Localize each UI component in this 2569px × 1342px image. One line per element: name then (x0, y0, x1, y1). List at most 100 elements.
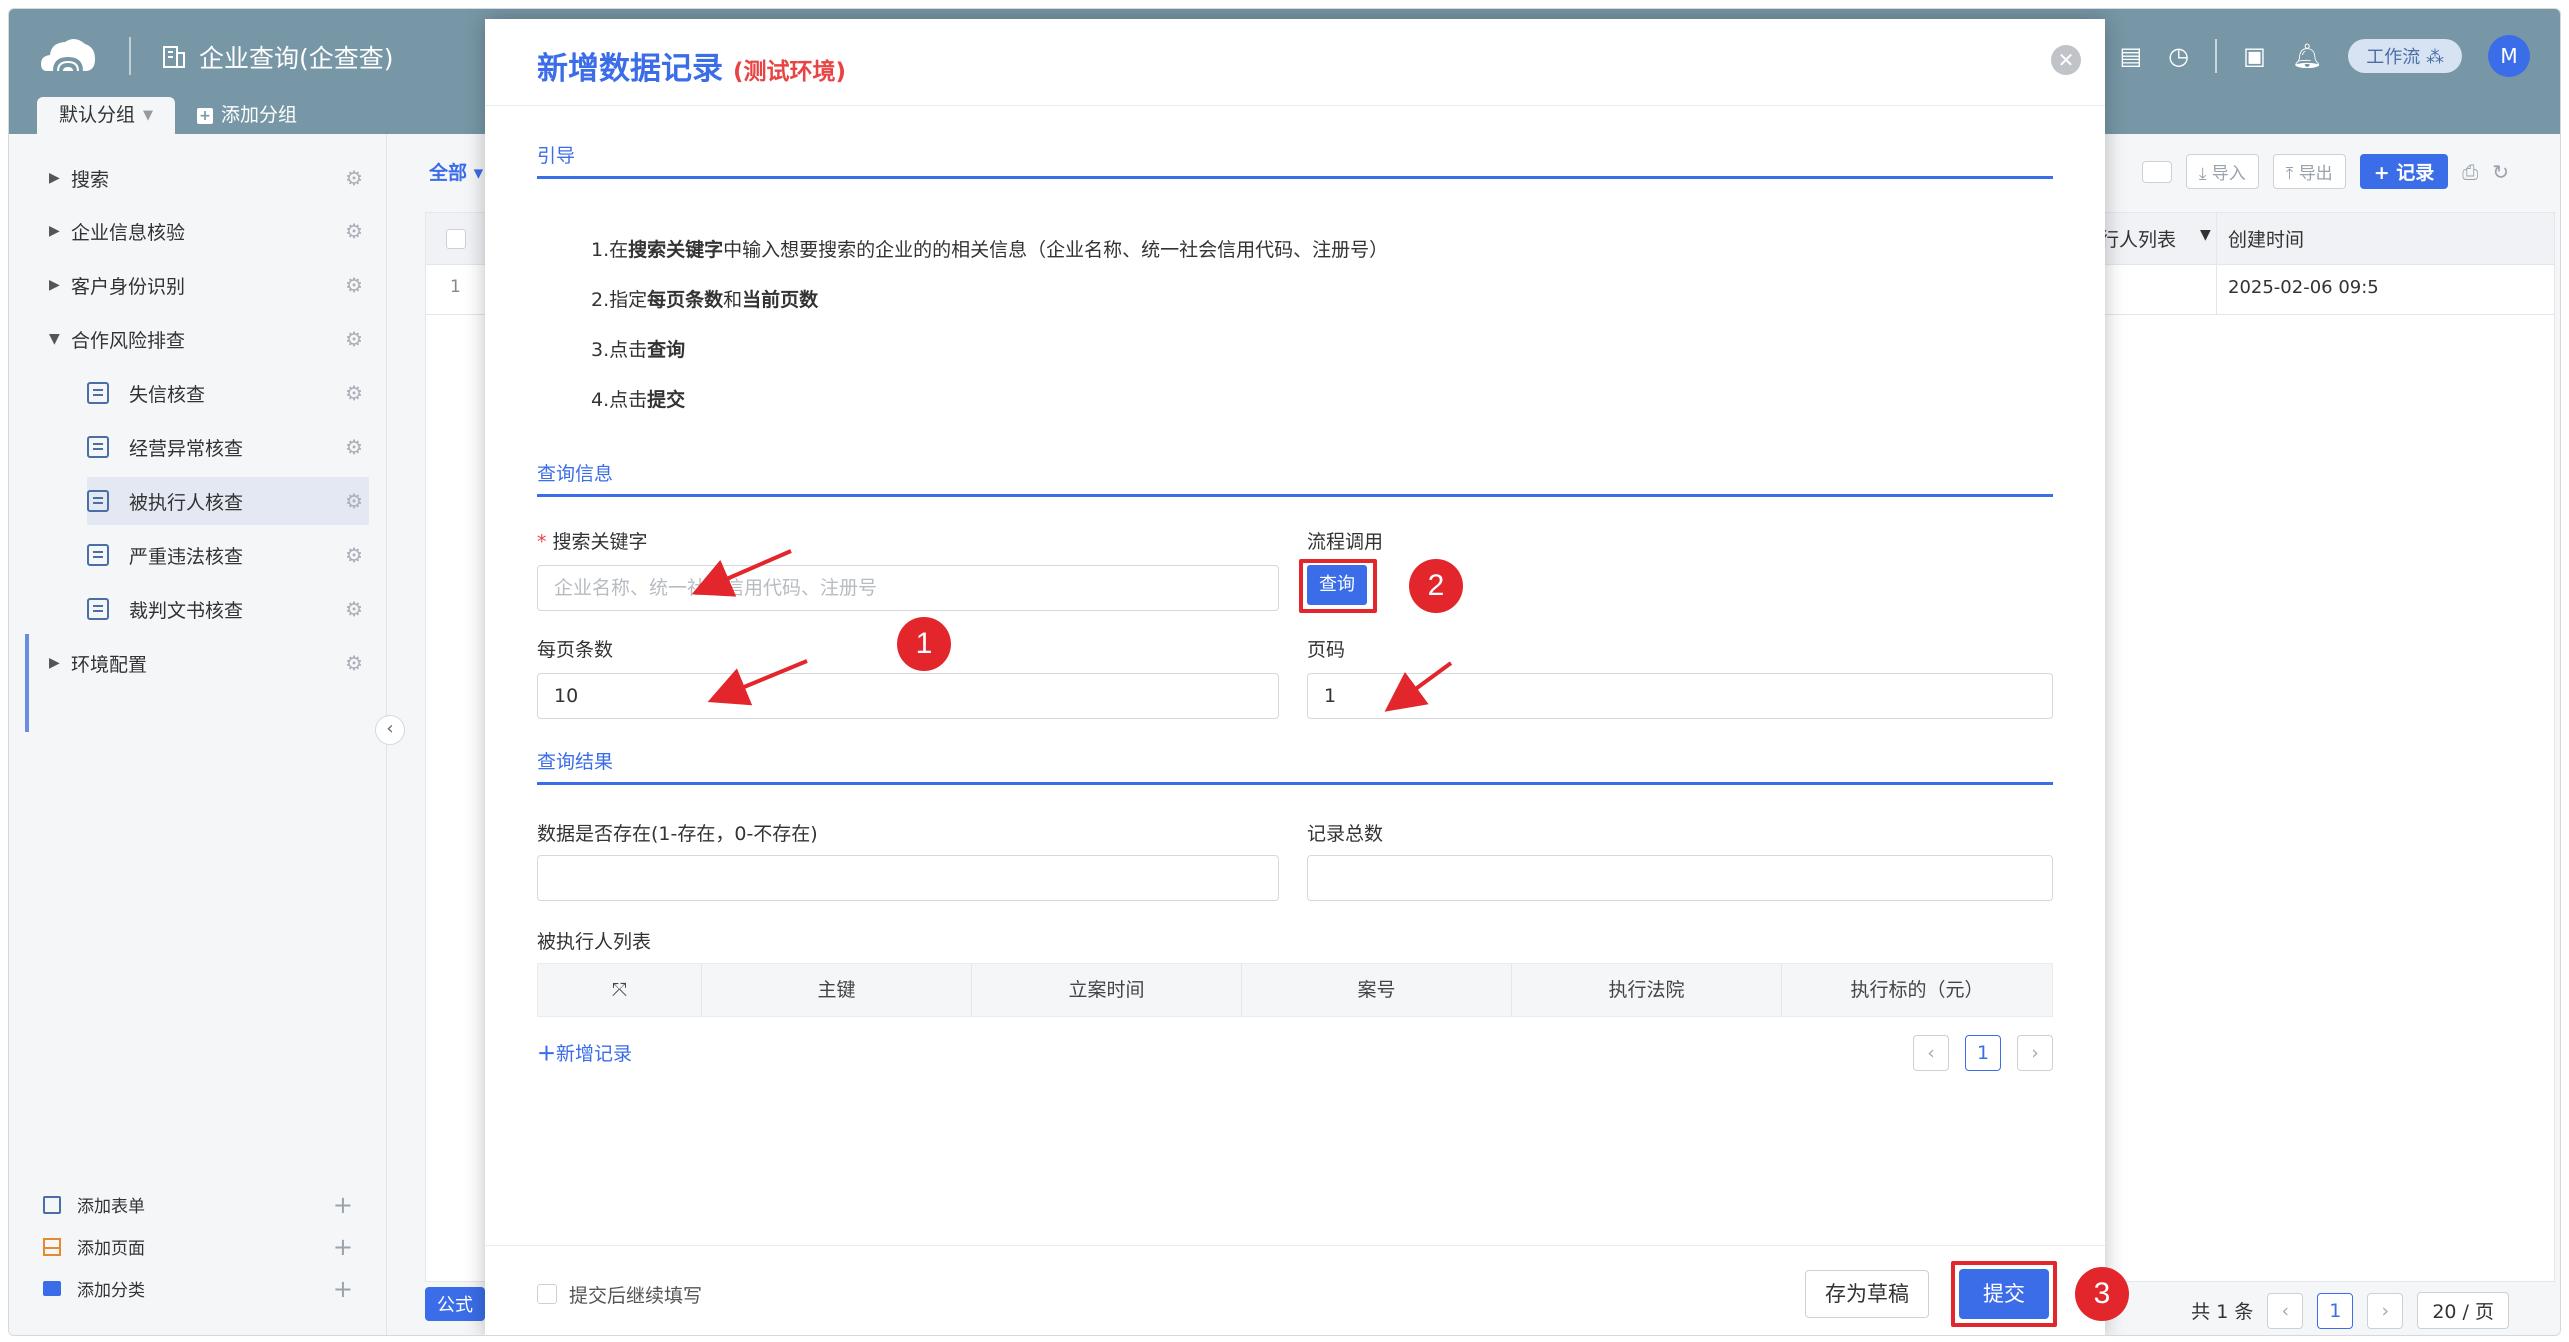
sidebar-item-risk-check[interactable]: ▼ 合作风险排查 ⚙ (49, 315, 369, 363)
gear-icon[interactable]: ⚙ (345, 381, 363, 405)
gear-icon[interactable]: ⚙ (345, 543, 363, 567)
add-group-button[interactable]: + 添加分组 (175, 97, 319, 134)
sub-table-pagination: ‹ 1 › (1913, 1035, 2053, 1071)
folder-icon (43, 1281, 61, 1296)
gear-icon[interactable]: ⚙ (345, 327, 363, 351)
add-subrecord-button[interactable]: ＋新增记录 (537, 1039, 632, 1066)
import-button[interactable]: ⤓ 导入 (2185, 154, 2259, 189)
sidebar-item-executed[interactable]: 被执行人核查 ⚙ (87, 477, 369, 525)
add-record-button[interactable]: + 记录 (2359, 154, 2449, 189)
env-tag: (测试环境) (733, 59, 847, 85)
sidebar-item-illegal[interactable]: 严重违法核查 ⚙ (87, 531, 369, 579)
next-page-button[interactable]: › (2367, 1292, 2404, 1329)
total-input[interactable] (1307, 855, 2053, 901)
column-header-case-no: 案号 (1242, 964, 1512, 1016)
column-header-created[interactable]: 创建时间 (2228, 225, 2304, 252)
keyword-input[interactable]: 企业名称、统一社会信用代码、注册号 (537, 565, 1279, 611)
clock-icon[interactable]: ◷ (2168, 42, 2189, 70)
sidebar-item-customer-id[interactable]: ▶ 客户身份识别 ⚙ (49, 261, 369, 309)
add-form-button[interactable]: 添加表单 + (43, 1191, 363, 1219)
tab-default-group[interactable]: 默认分组 ▼ (37, 97, 176, 134)
filter-all[interactable]: 全部 ▾ (429, 158, 483, 185)
step-badge-1: 1 (897, 617, 951, 671)
column-divider (2216, 265, 2217, 315)
sidebar-item-label: 搜索 (71, 168, 110, 191)
caret-right-icon: ▶ (49, 655, 60, 671)
row-created-time: 2025-02-06 09:5 (2228, 277, 2379, 298)
sidebar-item-label: 合作风险排查 (71, 329, 186, 352)
guide-line-4: 4.点击提交 (591, 385, 685, 412)
sidebar-item-dishonest[interactable]: 失信核查 ⚙ (87, 369, 369, 417)
flow-label: 流程调用 (1307, 531, 1384, 553)
collapse-sidebar-button[interactable]: ‹ (375, 715, 405, 745)
form-icon (87, 382, 109, 404)
sidebar-item-search[interactable]: ▶ 搜索 ⚙ (49, 154, 369, 202)
avatar[interactable]: M (2488, 35, 2530, 77)
guide-text: 中输入想要搜索的企业的的相关信息（企业名称、统一社会信用代码、注册号） (723, 239, 1389, 261)
formula-button[interactable]: 公式 (425, 1287, 485, 1321)
section-guide: 引导 (537, 141, 2053, 179)
gear-icon[interactable]: ⚙ (345, 166, 363, 190)
print-icon[interactable]: ⎙ (2462, 160, 2478, 184)
column-header-court: 执行法院 (1512, 964, 1782, 1016)
clipboard-icon[interactable]: ▣ (2243, 42, 2266, 70)
cloud-logo-icon (41, 38, 95, 72)
refresh-icon[interactable]: ↻ (2492, 160, 2509, 184)
per-page-input[interactable]: 10 (537, 673, 1279, 719)
add-group-label: 添加分组 (221, 104, 298, 126)
sidebar-item-label: 环境配置 (71, 653, 148, 676)
gear-icon[interactable]: ⚙ (345, 273, 363, 297)
header-divider (129, 37, 131, 75)
guide-text: 2.指定 (591, 289, 648, 311)
import-label: 导入 (2211, 164, 2246, 184)
page-input[interactable]: 1 (1307, 673, 2053, 719)
current-page[interactable]: 1 (2317, 1292, 2354, 1329)
gear-icon[interactable]: ⚙ (345, 597, 363, 621)
add-subrecord-label: 新增记录 (556, 1043, 633, 1065)
exists-input[interactable] (537, 855, 1279, 901)
page-size-select[interactable]: 20 / 页 (2417, 1292, 2509, 1329)
column-header-amount: 执行标的（元） (1850, 979, 1984, 1001)
add-category-button[interactable]: 添加分类 + (43, 1275, 363, 1303)
form-icon (87, 436, 109, 458)
sidebar-item-label: 经营异常核查 (129, 437, 244, 460)
sidebar-item-env-config[interactable]: ▶ 环境配置 ⚙ (49, 639, 369, 687)
sidebar-item-label: 被执行人核查 (129, 491, 244, 514)
footer-divider (485, 1245, 2105, 1246)
form-icon (87, 544, 109, 566)
search-box[interactable] (2141, 160, 2172, 183)
sidebar-item-judgment[interactable]: 裁判文书核查 ⚙ (87, 585, 369, 633)
page-label: 页码 (1307, 639, 1346, 661)
expand-icon[interactable]: ⤧ (538, 964, 702, 1016)
highlight-query (1299, 559, 1377, 613)
select-all-checkbox[interactable] (446, 229, 466, 249)
workflow-button[interactable]: 工作流 ⁂ (2348, 39, 2462, 73)
guide-line-2: 2.指定每页条数和当前页数 (591, 285, 818, 312)
add-page-button[interactable]: 添加页面 + (43, 1233, 363, 1261)
document-icon[interactable]: ▤ (2119, 42, 2142, 70)
gear-icon[interactable]: ⚙ (345, 651, 363, 675)
sidebar-item-label: 企业信息核验 (71, 221, 186, 244)
gear-icon[interactable]: ⚙ (345, 489, 363, 513)
caret-down-icon[interactable]: ▼ (2200, 227, 2211, 243)
current-page[interactable]: 1 (1965, 1035, 2001, 1071)
close-icon[interactable]: ✕ (2051, 45, 2081, 75)
guide-text: 3.点击 (591, 339, 648, 361)
sidebar-item-label: 严重违法核查 (129, 545, 244, 568)
next-page-button[interactable]: › (2017, 1035, 2053, 1071)
caret-down-icon: ▼ (143, 108, 154, 123)
export-button[interactable]: ⤒ 导出 (2272, 154, 2346, 189)
prev-page-button[interactable]: ‹ (2267, 1292, 2304, 1329)
column-header-filing-time: 立案时间 (972, 964, 1242, 1016)
prev-page-button[interactable]: ‹ (1913, 1035, 1949, 1071)
keyword-label: * 搜索关键字 (537, 527, 648, 554)
guide-bold: 当前页数 (742, 289, 819, 311)
bell-icon[interactable]: 🔔︎ (2292, 42, 2322, 70)
sidebar-item-enterprise-verify[interactable]: ▶ 企业信息核验 ⚙ (49, 207, 369, 255)
gear-icon[interactable]: ⚙ (345, 435, 363, 459)
continue-checkbox[interactable] (537, 1284, 557, 1304)
sidebar-item-abnormal[interactable]: 经营异常核查 ⚙ (87, 423, 369, 471)
filter-all-label: 全部 (429, 162, 468, 184)
save-draft-button[interactable]: 存为草稿 (1805, 1270, 1929, 1318)
gear-icon[interactable]: ⚙ (345, 219, 363, 243)
